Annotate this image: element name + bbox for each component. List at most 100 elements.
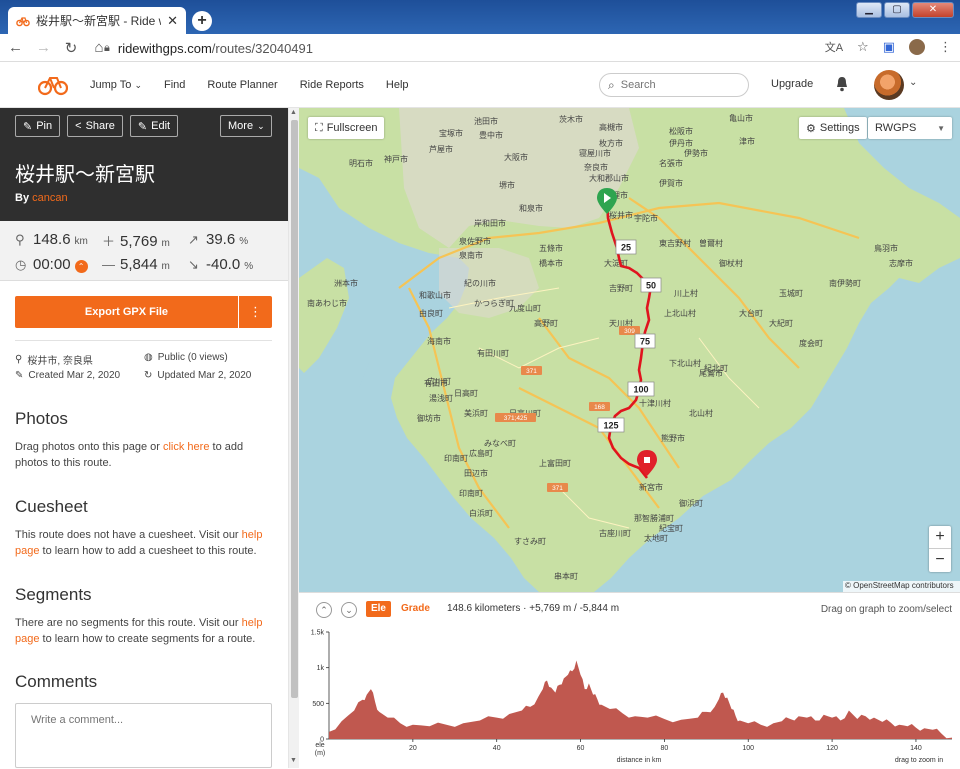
place-label: 洲本市 — [334, 278, 358, 288]
collapse-down-button[interactable]: ⌄ — [341, 602, 357, 618]
elevation-summary: 148.6 kilometers · +5,769 m / -5,844 m — [447, 603, 620, 614]
export-options-button[interactable]: ⋮ — [239, 296, 272, 328]
browser-tab-bar: 桜井駅〜新宮駅 - Ride with GPS ✕ + ▁ ▢ ✕ — [0, 0, 960, 34]
zoom-in-button[interactable]: + — [929, 526, 951, 549]
place-label: 玉城町 — [779, 289, 803, 298]
route-stats: ⚲ 148.6 km ＋ 5,769 m ↗ 39.6 % ◷ 00:00 ⌃ … — [0, 221, 288, 281]
browser-tab[interactable]: 桜井駅〜新宮駅 - Ride with GPS ✕ — [8, 7, 186, 34]
expand-up-button[interactable]: ⌃ — [316, 602, 332, 618]
svg-text:371;425: 371;425 — [504, 415, 528, 422]
search-box: ⌕ — [599, 73, 749, 97]
minimize-window-icon[interactable]: ▁ — [856, 2, 882, 18]
segments-heading: Segments — [15, 585, 92, 604]
scroll-up-icon[interactable]: ▲ — [290, 109, 297, 116]
map-settings-button[interactable]: ⚙ Settings — [799, 117, 867, 139]
km-marker: 50 — [640, 277, 662, 293]
map-attribution[interactable]: © OpenStreetMap contributors — [843, 581, 960, 592]
map-canvas[interactable]: 池田市豊中市 茨木市高槻市枚方市寝屋川市 大阪市堺市岸和田市 和泉市泉佐野市泉南市和歌… — [299, 108, 960, 592]
upgrade-link[interactable]: Upgrade — [771, 78, 813, 90]
place-label: 南あわじ市 — [307, 298, 347, 308]
route-sidebar: ✎ Pin < Share ✎ Edit More ⌄ 桜井駅〜新宮駅 By canca… — [0, 108, 288, 768]
url-field[interactable]: 🔒︎ ridewithgps.com/routes/32040491 — [104, 38, 874, 58]
x-axis-label: distance in km — [617, 757, 662, 764]
elevation-hint: Drag on graph to zoom/select — [820, 604, 952, 615]
nav-help[interactable]: Help — [386, 79, 409, 91]
nav-find[interactable]: Find — [164, 79, 185, 91]
place-label: 九度山町 — [509, 303, 541, 313]
plus-icon: ＋ — [102, 234, 116, 249]
edit-button[interactable]: ✎ Edit — [129, 115, 179, 137]
place-label: 明石市 — [349, 158, 373, 168]
road-number-badge: 168 — [589, 402, 610, 411]
place-label: 池田市 — [474, 116, 498, 126]
reload-icon[interactable]: ↻ — [64, 39, 78, 57]
x-tick-label: 60 — [577, 745, 585, 752]
place-label: 広川町 — [427, 376, 451, 386]
place-label: 大和郡山市 — [589, 173, 629, 183]
x-tick-label: 100 — [742, 745, 754, 752]
user-avatar[interactable] — [874, 70, 904, 100]
bookmark-star-icon[interactable]: ☆ — [857, 39, 869, 55]
extension-icon[interactable]: ▣ — [883, 39, 895, 55]
elevation-area[interactable] — [329, 660, 952, 740]
place-label: 東吉野村 — [659, 238, 691, 248]
route-updated: ↻ Updated Mar 2, 2020 — [144, 370, 251, 381]
place-label: 御浜町 — [679, 498, 703, 508]
translate-icon[interactable]: 文A — [825, 39, 843, 55]
forward-icon[interactable]: → — [36, 39, 51, 56]
location-text: 桜井市, 奈良県 — [27, 356, 93, 367]
grade-tab[interactable]: Grade — [401, 603, 430, 614]
pin-button[interactable]: ✎ Pin — [15, 115, 61, 137]
place-label: 橋本市 — [539, 258, 563, 268]
place-label: 白浜町 — [469, 508, 493, 518]
stat-elev-loss: — 5,844 m — [102, 256, 170, 273]
notifications-bell-icon[interactable] — [835, 76, 849, 92]
route-map[interactable]: 池田市 豊中市 茨木市 高槻市 枚方市 寝屋川市 大阪市 堺市 岸和田市 和泉市 泉佐野市 泉南市 和歌… — [299, 108, 960, 592]
km-marker: 25 — [615, 239, 637, 255]
caret-down-icon: ▼ — [937, 123, 945, 133]
x-tick-label: 40 — [493, 745, 501, 752]
more-button[interactable]: More ⌄ — [220, 115, 272, 137]
gear-icon: ⚙ — [806, 122, 816, 135]
elevation-chart[interactable]: 05001k1.5k20 40 60 80 100 120 140 ele (m) dist… — [299, 623, 960, 769]
zoom-out-button[interactable]: − — [929, 549, 951, 572]
minus-icon: — — [102, 257, 115, 272]
ele-tab[interactable]: Ele — [366, 601, 391, 617]
place-label: 岸和田市 — [474, 218, 506, 228]
chevron-down-icon[interactable]: ⌄ — [909, 77, 917, 88]
new-tab-button[interactable]: + — [192, 11, 212, 31]
rwgps-favicon-icon — [16, 16, 30, 26]
back-icon[interactable]: ← — [8, 39, 23, 56]
map-layer-select[interactable]: RWGPS ▼ — [868, 117, 952, 139]
distance-icon: ⚲ — [15, 232, 25, 247]
photos-click-here-link[interactable]: click here — [163, 441, 209, 453]
close-tab-icon[interactable]: ✕ — [167, 13, 178, 29]
search-input[interactable] — [620, 79, 731, 91]
x-tick-label: 20 — [409, 745, 417, 752]
scroll-down-icon[interactable]: ▼ — [290, 757, 297, 764]
share-button[interactable]: < Share — [67, 115, 123, 137]
place-label: 芦屋市 — [429, 144, 453, 154]
nav-route-planner[interactable]: Route Planner — [207, 79, 277, 91]
comment-input[interactable] — [15, 703, 272, 768]
author-link[interactable]: cancan — [32, 192, 67, 204]
nav-ride-reports[interactable]: Ride Reports — [300, 79, 364, 91]
place-label: 度会町 — [799, 338, 823, 348]
place-label: 広島町 — [469, 448, 493, 458]
time-toggle-icon[interactable]: ⌃ — [74, 260, 88, 273]
browser-menu-icon[interactable]: ⋮ — [939, 39, 952, 55]
profile-avatar-icon[interactable] — [909, 39, 925, 55]
rwgps-logo-icon[interactable] — [38, 74, 68, 96]
place-label: みなべ町 — [484, 439, 516, 448]
sidebar-scrollbar[interactable]: ▲ ▼ — [288, 108, 299, 768]
scrollbar-thumb[interactable] — [291, 120, 298, 698]
fullscreen-button[interactable]: ⛶ Fullscreen — [308, 117, 385, 139]
export-gpx-button[interactable]: Export GPX File — [15, 296, 238, 328]
stat-max-grade: ↗ 39.6 % — [188, 231, 248, 248]
maximize-window-icon[interactable]: ▢ — [884, 2, 910, 18]
place-label: 上北山村 — [664, 308, 696, 318]
nav-jump-to[interactable]: Jump To ⌄ — [90, 79, 142, 91]
comments-heading: Comments — [15, 672, 98, 691]
close-window-icon[interactable]: ✕ — [912, 2, 954, 18]
place-label: 海南市 — [427, 336, 451, 346]
